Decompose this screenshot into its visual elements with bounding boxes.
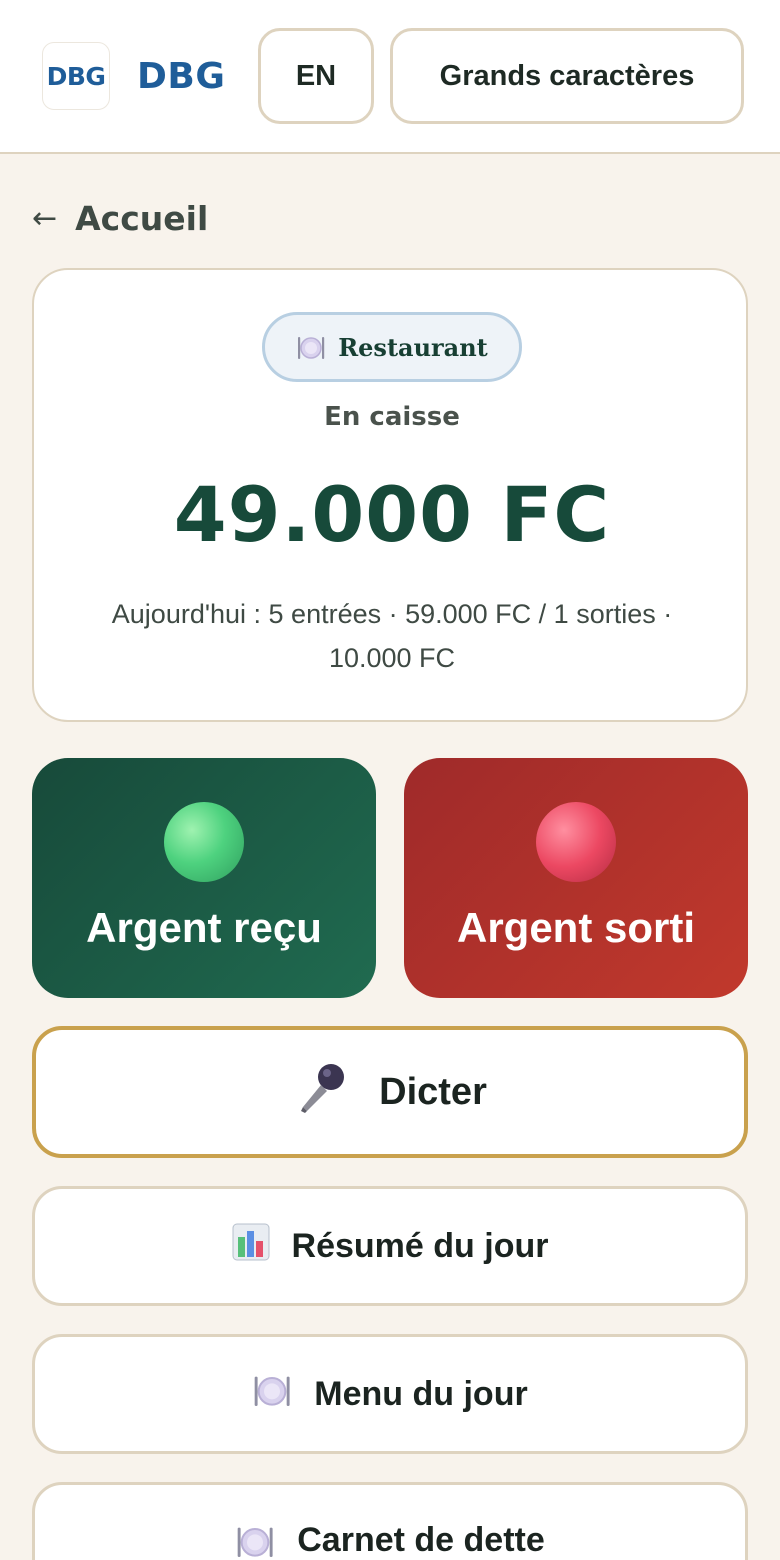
microphone-icon <box>293 1059 349 1125</box>
business-type-badge: Restaurant <box>262 312 522 382</box>
app-header: DBG DBG EN Grands caractères <box>0 0 780 154</box>
cash-balance-card: Restaurant En caisse 49.000 FC Aujourd'h… <box>32 268 748 722</box>
dictate-label: Dicter <box>379 1070 487 1113</box>
debt-book-label: Carnet de dette <box>297 1521 545 1559</box>
money-out-label: Argent sorti <box>456 904 695 951</box>
app-logo[interactable]: DBG <box>42 42 110 110</box>
money-out-button[interactable]: Argent sorti <box>404 758 748 998</box>
back-link-label: Accueil <box>75 198 209 238</box>
green-circle-icon <box>164 802 244 882</box>
cash-amount: 49.000 FC <box>173 470 611 559</box>
dictate-button[interactable]: Dicter <box>32 1026 748 1158</box>
app-logo-text: DBG <box>46 61 106 91</box>
cash-caption: En caisse <box>324 402 460 432</box>
daily-summary-button[interactable]: Résumé du jour <box>32 1186 748 1306</box>
business-type-label: Restaurant <box>338 332 488 362</box>
red-circle-icon <box>536 802 616 882</box>
back-to-home-link[interactable]: ← Accueil <box>32 196 208 240</box>
debt-book-button[interactable]: Carnet de dette <box>32 1482 748 1560</box>
money-received-button[interactable]: Argent reçu <box>32 758 376 998</box>
large-text-toggle-button[interactable]: Grands caractères <box>390 28 744 124</box>
bar-chart-icon <box>232 1223 270 1270</box>
money-received-label: Argent reçu <box>86 904 322 951</box>
language-toggle-button[interactable]: EN <box>258 28 374 124</box>
today-summary: Aujourd'hui : 5 entrées · 59.000 FC / 1 … <box>111 599 673 673</box>
plate-cutlery-icon <box>296 332 326 362</box>
daily-menu-label: Menu du jour <box>314 1374 528 1413</box>
plate-cutlery-icon <box>235 1521 275 1560</box>
plate-cutlery-icon <box>252 1370 292 1419</box>
daily-summary-label: Résumé du jour <box>291 1226 549 1265</box>
daily-menu-button[interactable]: Menu du jour <box>32 1334 748 1454</box>
back-arrow-icon: ← <box>32 200 58 236</box>
brand-name: DBG <box>137 56 226 97</box>
